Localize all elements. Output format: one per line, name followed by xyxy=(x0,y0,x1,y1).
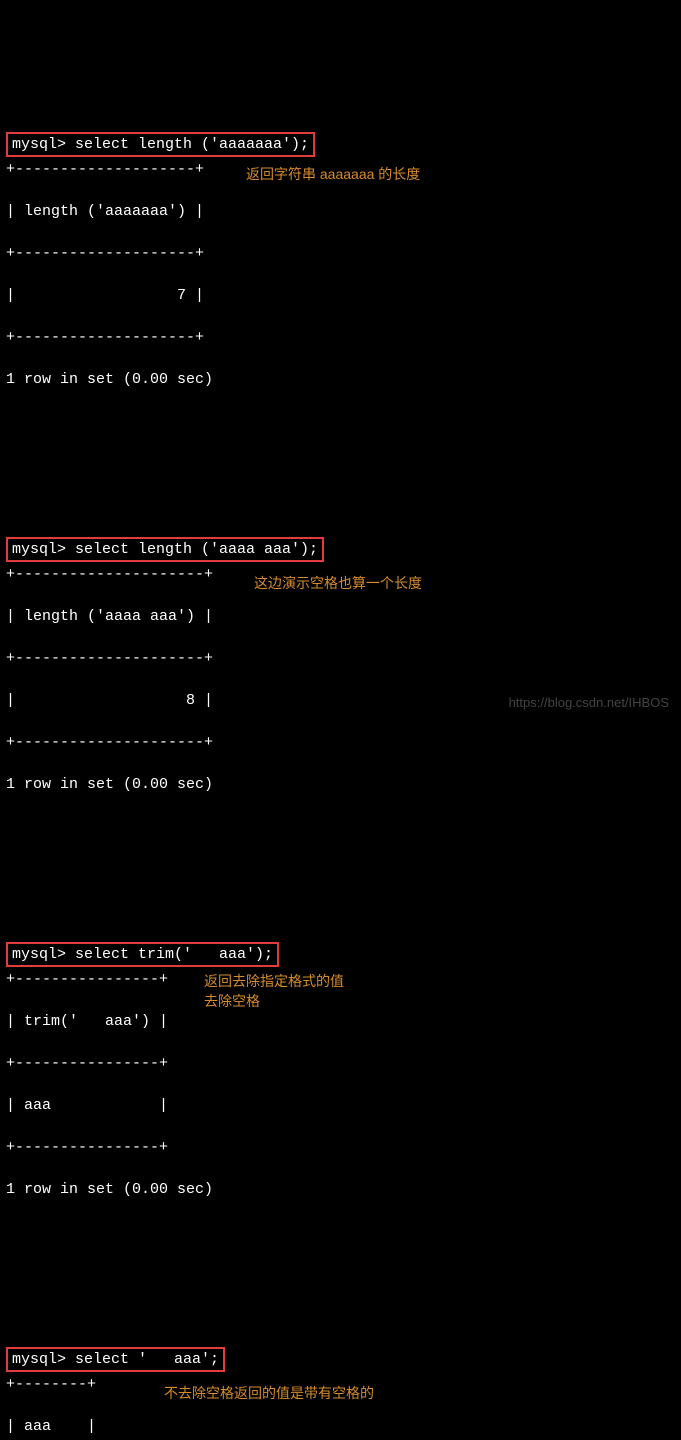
annotation-4: 不去除空格返回的值是带有空格的 xyxy=(164,1384,374,1404)
query-text: mysql> select length ('aaaa aaa'); xyxy=(12,541,318,558)
table-sep: +----------------+ xyxy=(6,1137,675,1158)
query-block-2: mysql> select length ('aaaa aaa'); +----… xyxy=(6,516,675,837)
result-footer: 1 row in set (0.00 sec) xyxy=(6,1179,675,1200)
table-header: | trim(' aaa') | xyxy=(6,1011,675,1032)
annotation-1: 返回字符串 aaaaaaa 的长度 xyxy=(246,165,420,185)
query-text: mysql> select length ('aaaaaaa'); xyxy=(12,136,309,153)
table-sep: +--------------------+ xyxy=(6,327,675,348)
table-value: | aaa | xyxy=(6,1095,675,1116)
result-footer: 1 row in set (0.00 sec) xyxy=(6,774,675,795)
table-sep: +---------------------+ xyxy=(6,732,675,753)
query-text: mysql> select ' aaa'; xyxy=(12,1351,219,1368)
table-sep: +---------------------+ xyxy=(6,648,675,669)
table-sep: +----------------+ xyxy=(6,1053,675,1074)
query-block-3: mysql> select trim(' aaa'); +-----------… xyxy=(6,921,675,1242)
query-highlight-4: mysql> select ' aaa'; xyxy=(6,1347,225,1372)
table-header: | length ('aaaa aaa') | xyxy=(6,606,675,627)
annotation-2: 这边演示空格也算一个长度 xyxy=(254,574,422,594)
query-highlight-3: mysql> select trim(' aaa'); xyxy=(6,942,279,967)
query-text: mysql> select trim(' aaa'); xyxy=(12,946,273,963)
watermark-text: https://blog.csdn.net/IHBOS xyxy=(509,694,669,712)
table-header: | aaa | xyxy=(6,1416,675,1437)
query-highlight-2: mysql> select length ('aaaa aaa'); xyxy=(6,537,324,562)
table-sep: +--------------------+ xyxy=(6,243,675,264)
annotation-3: 返回去除指定格式的值 去除空格 xyxy=(204,972,344,1011)
table-value: | 7 | xyxy=(6,285,675,306)
table-header: | length ('aaaaaaa') | xyxy=(6,201,675,222)
query-block-1: mysql> select length ('aaaaaaa'); +-----… xyxy=(6,111,675,432)
result-footer: 1 row in set (0.00 sec) xyxy=(6,369,675,390)
query-block-4: mysql> select ' aaa'; +--------+ | aaa |… xyxy=(6,1326,675,1440)
query-highlight-1: mysql> select length ('aaaaaaa'); xyxy=(6,132,315,157)
